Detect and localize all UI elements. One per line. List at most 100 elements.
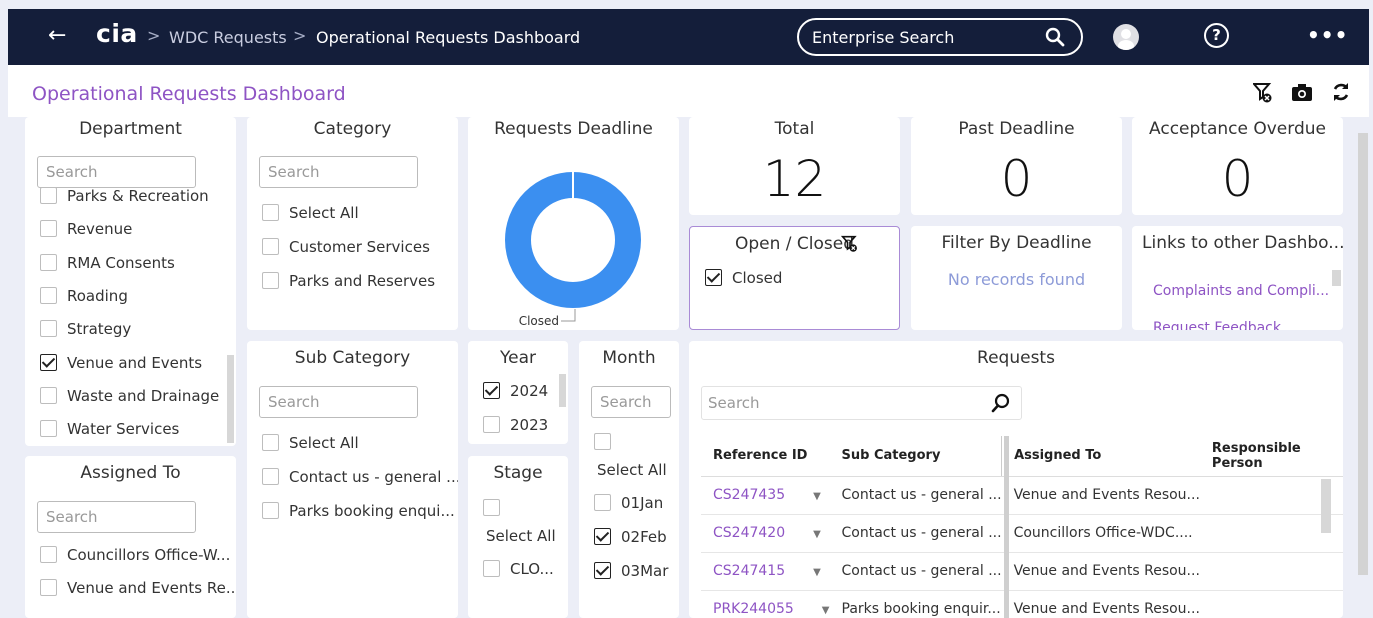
column-reference-id[interactable]: Reference ID xyxy=(701,436,830,477)
department-item[interactable]: Waste and Drainage xyxy=(40,386,219,405)
stage-select-all[interactable]: Select All xyxy=(486,527,556,545)
search-icon[interactable] xyxy=(1045,27,1065,47)
sub-category-item[interactable]: Select All xyxy=(262,434,359,452)
requests-deadline-donut-chart[interactable]: Closed xyxy=(468,117,679,330)
clear-filters-icon[interactable] xyxy=(1251,82,1273,109)
user-icon xyxy=(1118,29,1134,50)
sub-category-search-input[interactable]: Search xyxy=(259,386,418,418)
category-search-input[interactable]: Search xyxy=(259,156,418,188)
checkbox-unchecked-icon[interactable] xyxy=(262,502,279,519)
checkbox-unchecked-icon[interactable] xyxy=(40,386,57,404)
reference-id-cell[interactable]: PRK244055 ▼ xyxy=(701,590,830,618)
table-row[interactable]: CS247420 ▼ Contact us - general ... Council… xyxy=(701,514,1343,553)
checkbox-unchecked-icon[interactable] xyxy=(40,220,57,238)
sub-category-item[interactable]: Contact us - general ... xyxy=(262,468,458,486)
requests-table-scrollbar[interactable] xyxy=(1321,479,1331,533)
clear-filter-icon[interactable] xyxy=(840,235,859,257)
refresh-icon[interactable] xyxy=(1330,82,1352,107)
department-item[interactable]: RMA Consents xyxy=(40,253,175,272)
year-item[interactable]: 2024 xyxy=(483,382,548,400)
chevron-down-icon[interactable]: ▼ xyxy=(813,529,821,540)
table-row[interactable]: CS247435 ▼ Contact us - general ... Venue a… xyxy=(701,476,1343,515)
checkbox-unchecked-icon[interactable] xyxy=(262,272,279,289)
link-request-feedback[interactable]: Request Feedback xyxy=(1153,320,1281,330)
assigned-to-search-input[interactable]: Search xyxy=(37,501,196,533)
checkbox-unchecked-icon[interactable] xyxy=(262,434,279,451)
month-search-input[interactable]: Search xyxy=(591,386,671,418)
month-item[interactable]: 02Feb xyxy=(594,528,667,546)
checkbox-unchecked-icon[interactable] xyxy=(40,420,57,438)
year-item[interactable]: 2023 xyxy=(483,416,548,434)
reference-id-cell[interactable]: CS247420 ▼ xyxy=(701,514,830,553)
column-responsible-person[interactable]: Responsible Person xyxy=(1199,436,1343,477)
month-item[interactable]: 01Jan xyxy=(594,494,663,512)
open-closed-item[interactable]: Closed xyxy=(705,269,782,287)
donut-slice-closed[interactable] xyxy=(505,172,641,308)
checkbox-unchecked-icon[interactable] xyxy=(594,494,611,511)
back-arrow-icon[interactable]: ← xyxy=(48,23,66,48)
search-icon[interactable] xyxy=(991,393,1011,413)
chevron-down-icon[interactable]: ▼ xyxy=(813,491,821,502)
month-select-all[interactable]: Select All xyxy=(597,461,667,479)
checkbox-unchecked-icon[interactable] xyxy=(262,468,279,485)
sub-category-item[interactable]: Parks booking enqui... xyxy=(262,502,455,520)
category-item[interactable]: Select All xyxy=(262,204,359,222)
checkbox-checked-icon[interactable] xyxy=(483,382,500,399)
checkbox-checked-icon[interactable] xyxy=(594,528,611,545)
camera-icon[interactable] xyxy=(1291,82,1313,107)
table-row[interactable]: PRK244055 ▼ Parks booking enquir... Venue a… xyxy=(701,590,1343,618)
checkbox-unchecked-icon[interactable] xyxy=(40,579,57,596)
sub-category-cell: Contact us - general ... xyxy=(829,514,1002,553)
department-item[interactable]: Revenue xyxy=(40,220,132,238)
links-scrollbar[interactable] xyxy=(1332,270,1341,286)
link-complaints[interactable]: Complaints and Compli... xyxy=(1153,283,1329,299)
department-scrollbar[interactable] xyxy=(227,355,234,443)
department-item[interactable]: Roading xyxy=(40,286,128,305)
chevron-down-icon[interactable]: ▼ xyxy=(822,605,830,616)
assigned-to-item[interactable]: Councillors Office-W... xyxy=(40,546,230,564)
checkbox-unchecked-icon[interactable] xyxy=(262,204,279,221)
checkbox-unchecked-icon[interactable] xyxy=(40,286,57,304)
breadcrumb-wdc-requests[interactable]: WDC Requests xyxy=(169,28,287,47)
cia-logo[interactable]: cia xyxy=(96,19,138,48)
department-item[interactable]: Parks & Recreation xyxy=(40,187,209,205)
donut-label-leader-line xyxy=(561,309,576,322)
department-search-input[interactable]: Search xyxy=(37,156,196,188)
category-item[interactable]: Parks and Reserves xyxy=(262,272,435,290)
more-options-icon[interactable]: ••• xyxy=(1307,23,1348,47)
department-item[interactable]: Venue and Events xyxy=(40,353,202,372)
enterprise-search-box[interactable]: Enterprise Search xyxy=(797,18,1083,56)
checkbox-unchecked-icon[interactable] xyxy=(40,320,57,338)
stage-item[interactable]: CLO... xyxy=(483,560,554,578)
checkbox-checked-icon[interactable] xyxy=(705,269,722,286)
category-item[interactable]: Customer Services xyxy=(262,238,430,256)
checkbox-unchecked-icon[interactable] xyxy=(483,499,500,516)
checkbox-checked-icon[interactable] xyxy=(40,353,57,371)
checkbox-unchecked-icon[interactable] xyxy=(40,546,57,563)
checkbox-checked-icon[interactable] xyxy=(594,562,611,579)
checkbox-unchecked-icon[interactable] xyxy=(483,560,500,577)
user-avatar[interactable] xyxy=(1113,24,1139,50)
reference-id-cell[interactable]: CS247415 ▼ xyxy=(701,552,830,591)
column-assigned-to[interactable]: Assigned To xyxy=(1001,436,1200,477)
checkbox-unchecked-icon[interactable] xyxy=(40,187,57,204)
month-item-label: 01Jan xyxy=(621,494,664,512)
reference-id-cell[interactable]: CS247435 ▼ xyxy=(701,476,830,515)
requests-search-input[interactable]: Search xyxy=(708,394,760,412)
year-scrollbar[interactable] xyxy=(559,374,566,407)
column-resize-handle[interactable] xyxy=(1004,436,1009,618)
checkbox-unchecked-icon[interactable] xyxy=(40,253,57,271)
chevron-down-icon[interactable]: ▼ xyxy=(813,567,821,578)
column-sub-category[interactable]: Sub Category xyxy=(829,436,1003,477)
help-icon[interactable]: ? xyxy=(1204,23,1229,48)
checkbox-unchecked-icon[interactable] xyxy=(483,416,500,433)
table-row[interactable]: CS247415 ▼ Contact us - general ... Venue a… xyxy=(701,552,1343,591)
department-item[interactable]: Strategy xyxy=(40,320,131,338)
assigned-to-item[interactable]: Venue and Events Re... xyxy=(40,579,236,597)
department-item[interactable]: Water Services xyxy=(40,420,179,438)
requests-search-box[interactable]: Search xyxy=(701,386,1022,420)
month-item[interactable]: 03Mar xyxy=(594,562,668,580)
checkbox-unchecked-icon[interactable] xyxy=(594,433,611,450)
page-scrollbar[interactable] xyxy=(1358,133,1368,575)
checkbox-unchecked-icon[interactable] xyxy=(262,238,279,255)
